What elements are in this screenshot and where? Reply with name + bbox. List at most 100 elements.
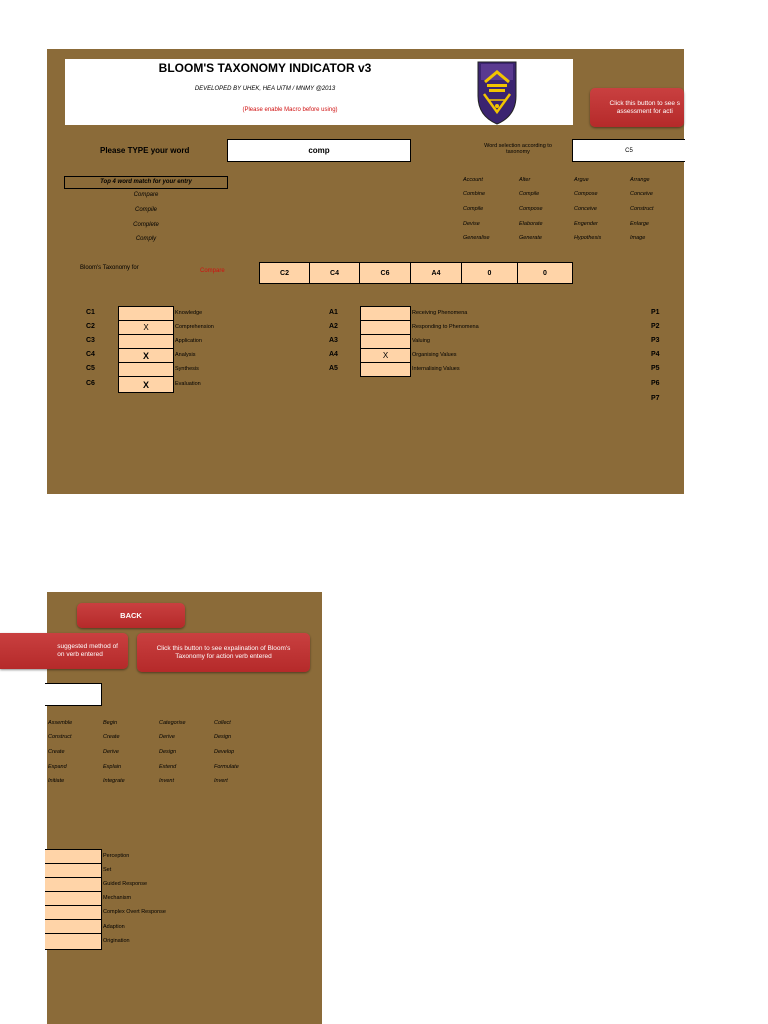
verb: Generalise: [463, 235, 490, 241]
cognitive-check-cell: [118, 306, 174, 321]
verb: Compose: [519, 206, 543, 212]
macro-note: (Please enable Macro before using): [242, 107, 338, 113]
cognitive-code: C1: [86, 309, 95, 316]
cognitive-code: C5: [86, 365, 95, 372]
psychomotor-level: Set: [103, 867, 112, 873]
psychomotor-level: Adaption: [103, 924, 125, 930]
psychomotor-code: P6: [651, 380, 660, 387]
psychomotor-code: P2: [651, 323, 660, 330]
verb: Begin: [103, 720, 118, 726]
cognitive-level: Application: [175, 338, 202, 344]
affective-level: Responding to Phenomena: [412, 324, 479, 330]
cognitive-level: Comprehension: [175, 324, 214, 330]
verb: Compile: [519, 191, 540, 197]
verb: Derive: [159, 734, 175, 740]
taxonomy-code-cell: 0: [461, 262, 518, 284]
cognitive-level: Synthesis: [175, 366, 199, 372]
assessment-button-line2: assessment for acti: [616, 107, 673, 115]
psychomotor-code: P7: [651, 395, 660, 402]
verb: Collect: [214, 720, 231, 726]
match-item[interactable]: Compare: [64, 192, 228, 198]
cognitive-level: Analysis: [175, 352, 196, 358]
verb: Hypothesis: [574, 235, 602, 241]
psychomotor-check-cell: [45, 877, 102, 892]
verb: Design: [159, 749, 177, 755]
university-logo: [476, 60, 518, 126]
cognitive-check-cell: X: [118, 348, 174, 363]
verb: Initiate: [48, 778, 65, 784]
verb: Arrange: [630, 177, 650, 183]
explain-button-line2: Taxonomy for action verb entered: [175, 652, 272, 660]
psychomotor-level: Complex Overt Response: [103, 909, 166, 915]
verb: Derive: [103, 749, 119, 755]
affective-level: Valuing: [412, 338, 430, 344]
verb: Create: [103, 734, 120, 740]
cognitive-check-cell: X: [118, 376, 174, 393]
verb: Compose: [574, 191, 598, 197]
verb: Image: [630, 235, 646, 241]
verb: Expand: [48, 764, 67, 770]
affective-code: A5: [329, 365, 338, 372]
verb: Extend: [159, 764, 177, 770]
bloom-for-word: Compare: [200, 268, 225, 274]
match-item[interactable]: Complete: [64, 222, 228, 228]
affective-check-cell: [360, 362, 411, 377]
verb: Enlarge: [630, 221, 649, 227]
verb: Construct: [630, 206, 654, 212]
verb: Formulate: [214, 764, 239, 770]
verb: Compile: [463, 206, 484, 212]
affective-code: A4: [329, 351, 338, 358]
verb: Integrate: [103, 778, 125, 784]
back-button[interactable]: BACK: [77, 603, 185, 628]
psychomotor-check-cell: [45, 919, 102, 934]
cognitive-level: Evaluation: [175, 381, 201, 387]
verb: Engender: [574, 221, 598, 227]
psychomotor-check-cell: [45, 905, 102, 920]
psychomotor-check-cell: [45, 849, 102, 864]
affective-level: Receiving Phenomena: [412, 310, 468, 316]
bloom-for-label: Bloom's Taxonomy for: [80, 265, 139, 271]
word-selection-field-bottom[interactable]: [45, 683, 102, 706]
explanation-button[interactable]: Click this button to see expalination of…: [137, 633, 310, 672]
word-input[interactable]: comp: [227, 139, 411, 162]
psychomotor-level: Origination: [103, 938, 130, 944]
method-button-line1: suggested method of: [57, 643, 118, 651]
method-button-line2: on verb entered: [57, 651, 103, 658]
affective-level: Organising Values: [412, 352, 457, 358]
affective-level: Internalising Values: [412, 366, 460, 372]
verb: Devise: [463, 221, 480, 227]
affective-check-cell: [360, 334, 411, 349]
verb: Design: [214, 734, 232, 740]
match-item[interactable]: Comply: [64, 236, 228, 242]
psychomotor-code: P1: [651, 309, 660, 316]
cognitive-code: C4: [86, 351, 95, 358]
assessment-method-button[interactable]: Click this button to see s assessment fo…: [590, 88, 684, 127]
verb: Explain: [103, 764, 122, 770]
cognitive-check-cell: [118, 334, 174, 349]
verb: Conceive: [630, 191, 653, 197]
word-selection-field[interactable]: C5: [572, 139, 685, 162]
psychomotor-check-cell: [45, 863, 102, 878]
cognitive-level: Knowledge: [175, 310, 203, 316]
match-item[interactable]: Compile: [64, 207, 228, 213]
cognitive-check-cell: X: [118, 320, 174, 335]
taxonomy-code-cell: C2: [259, 262, 310, 284]
psychomotor-code: P5: [651, 365, 660, 372]
cognitive-code: C3: [86, 337, 95, 344]
verb: Combine: [463, 191, 486, 197]
word-selection-label: Word selection according to taxonomy: [484, 143, 552, 155]
developer-credit: DEVELOPED BY UHEK, HEA UiTM / MNMY @2013: [194, 86, 336, 92]
cognitive-check-cell: [118, 362, 174, 377]
app-title: BLOOM'S TAXONOMY INDICATOR v3: [158, 61, 372, 75]
verb: Create: [48, 749, 65, 755]
psychomotor-check-cell: [45, 891, 102, 906]
verb: Construct: [48, 734, 72, 740]
verb: Develop: [214, 749, 235, 755]
word-input-label: Please TYPE your word: [100, 146, 190, 155]
affective-code: A1: [329, 309, 338, 316]
verb: Elaborate: [519, 221, 543, 227]
verb: Conceive: [574, 206, 597, 212]
verb: Argue: [574, 177, 589, 183]
assessment-method-button-bottom[interactable]: suggested method of on verb entered: [0, 633, 128, 669]
affective-code: A2: [329, 323, 338, 330]
